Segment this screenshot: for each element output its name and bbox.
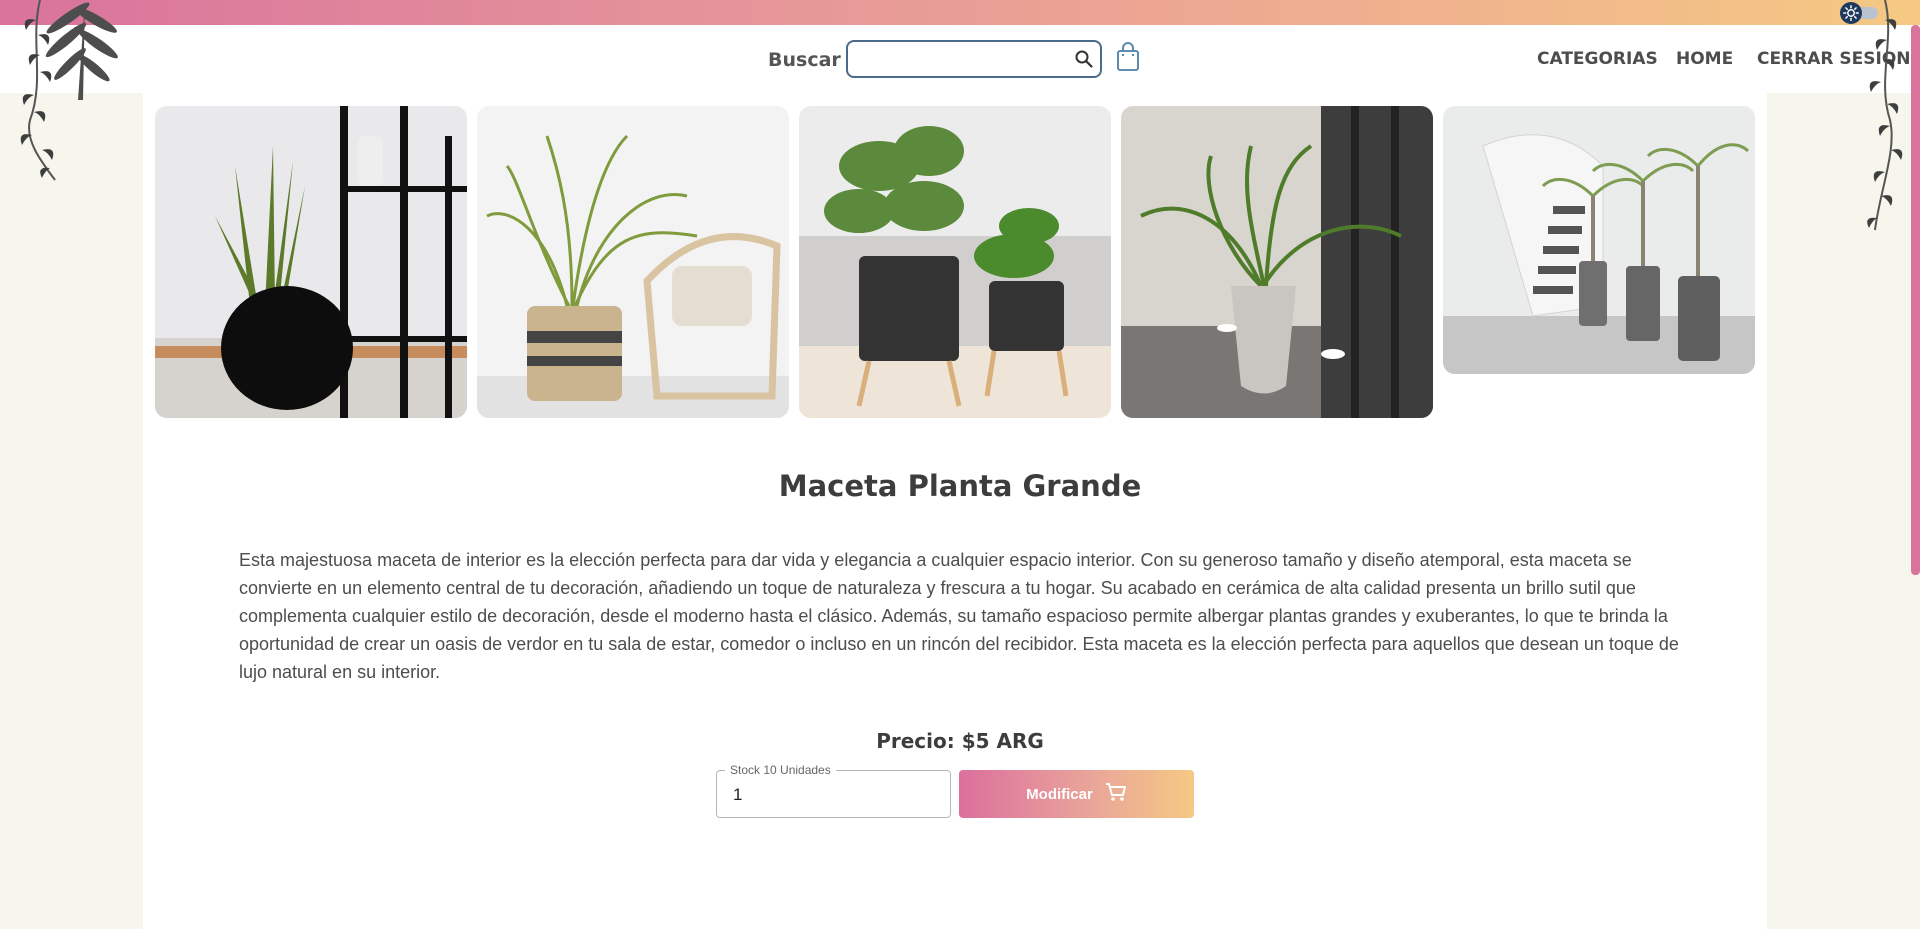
- hanging-vine-icon: [1835, 0, 1911, 245]
- quantity-value: 1: [733, 785, 743, 804]
- modify-button[interactable]: Modificar: [959, 770, 1194, 818]
- search-input[interactable]: [846, 40, 1102, 78]
- shopping-cart-icon: [1105, 782, 1127, 806]
- gallery-image-palm-basket[interactable]: [477, 106, 789, 418]
- stock-label: Stock 10 Unidades: [725, 763, 836, 777]
- product-price: Precio: $5 ARG: [876, 729, 1044, 753]
- nav-categorias[interactable]: CATEGORIAS: [1537, 49, 1658, 69]
- gallery-image-palms-stairs[interactable]: [1443, 106, 1755, 374]
- nav-home[interactable]: HOME: [1676, 49, 1733, 69]
- top-gradient-bar: [0, 0, 1920, 25]
- gallery-image-snake-plant[interactable]: [155, 106, 467, 418]
- scrollbar[interactable]: [1911, 25, 1920, 575]
- product-title: Maceta Planta Grande: [778, 469, 1142, 503]
- gallery-image-palm-lobby[interactable]: [1121, 106, 1433, 418]
- quantity-input[interactable]: Stock 10 Unidades 1: [716, 763, 951, 818]
- product-description: Esta majestuosa maceta de interior es la…: [239, 550, 1679, 682]
- header: Buscar CATEGORIAS HOME CERRAR SESION: [0, 25, 1920, 93]
- gallery-image-calathea-stands[interactable]: [799, 106, 1111, 418]
- hanging-vine-icon: [0, 0, 130, 195]
- modify-button-label: Modificar: [1026, 785, 1093, 803]
- shopping-bag-icon[interactable]: [1116, 42, 1140, 77]
- search-label: Buscar: [768, 49, 841, 71]
- search-icon[interactable]: [1074, 49, 1094, 74]
